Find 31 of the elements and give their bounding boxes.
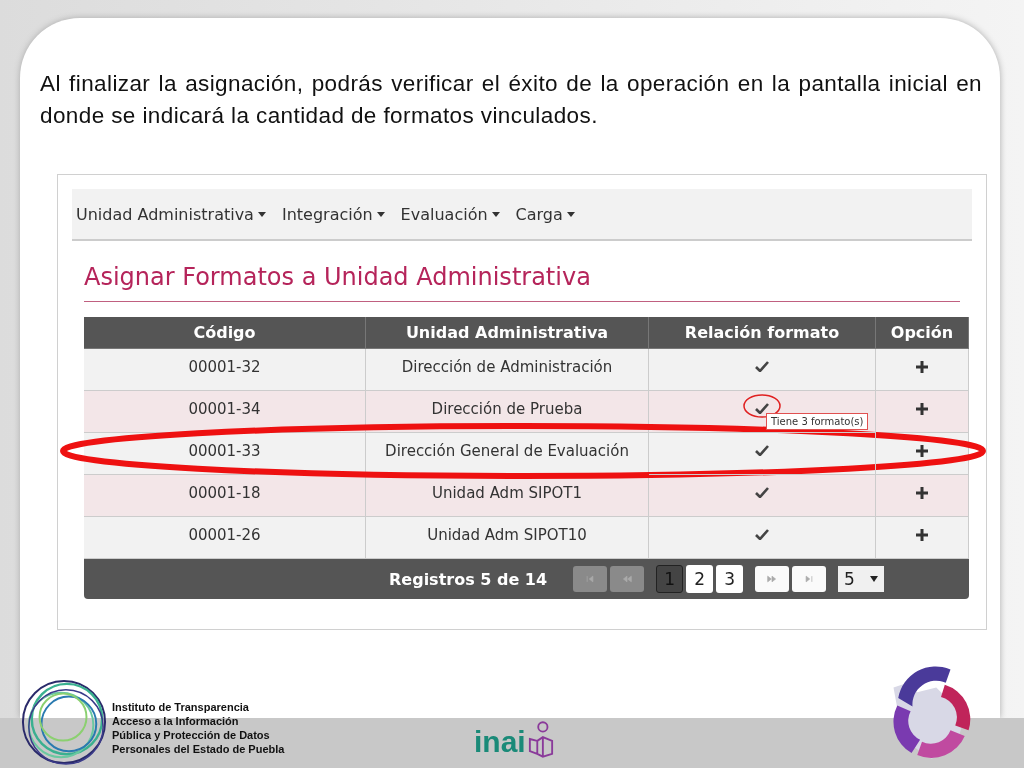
caret-icon <box>257 211 266 217</box>
page-heading: Asignar Formatos a Unidad Administrativa <box>84 263 960 302</box>
nav-menu[interactable]: Integración <box>281 204 385 224</box>
skip-forward-icon <box>804 574 815 584</box>
add-icon[interactable] <box>915 359 929 374</box>
page-size-select[interactable]: 5 <box>838 566 885 592</box>
page-nav-button[interactable] <box>792 566 827 592</box>
skip-back-icon <box>585 574 596 584</box>
add-icon[interactable] <box>915 485 929 500</box>
caret-icon <box>491 211 500 217</box>
add-icon[interactable] <box>915 527 929 542</box>
skip-back-icon <box>622 574 633 584</box>
skip-forward-icon <box>767 574 778 584</box>
person-book-icon <box>527 720 554 758</box>
tooltip: Tiene 3 formato(s) <box>766 413 869 430</box>
page-button[interactable]: 3 <box>716 565 744 593</box>
nav-menu[interactable]: Carga <box>515 204 575 224</box>
caret-icon <box>566 211 575 217</box>
record-count: Registros 5 de 14 <box>389 569 548 589</box>
table-cell: Dirección General de Evaluación <box>366 433 649 475</box>
nav-menu[interactable]: Unidad Administrativa <box>76 204 266 224</box>
page-nav-button[interactable] <box>755 566 790 592</box>
nav-menu[interactable]: Evaluación <box>400 204 500 224</box>
add-icon[interactable] <box>915 401 929 416</box>
institute-name: Instituto de Transparencia Acceso a la Información Pública y Protección de Datos Personales del Estado de Puebla <box>112 700 285 756</box>
add-icon[interactable] <box>915 443 929 458</box>
caret-icon <box>376 211 385 217</box>
page-button[interactable]: 2 <box>686 565 714 593</box>
instruction-text: Al finalizar la asignación, podrás verificar el éxito de la operación en la pantalla inicial en donde se indicará la cantidad de formatos vinculados. <box>40 70 982 130</box>
caret-icon <box>870 576 879 582</box>
inai-logo-text: inai <box>474 726 526 758</box>
